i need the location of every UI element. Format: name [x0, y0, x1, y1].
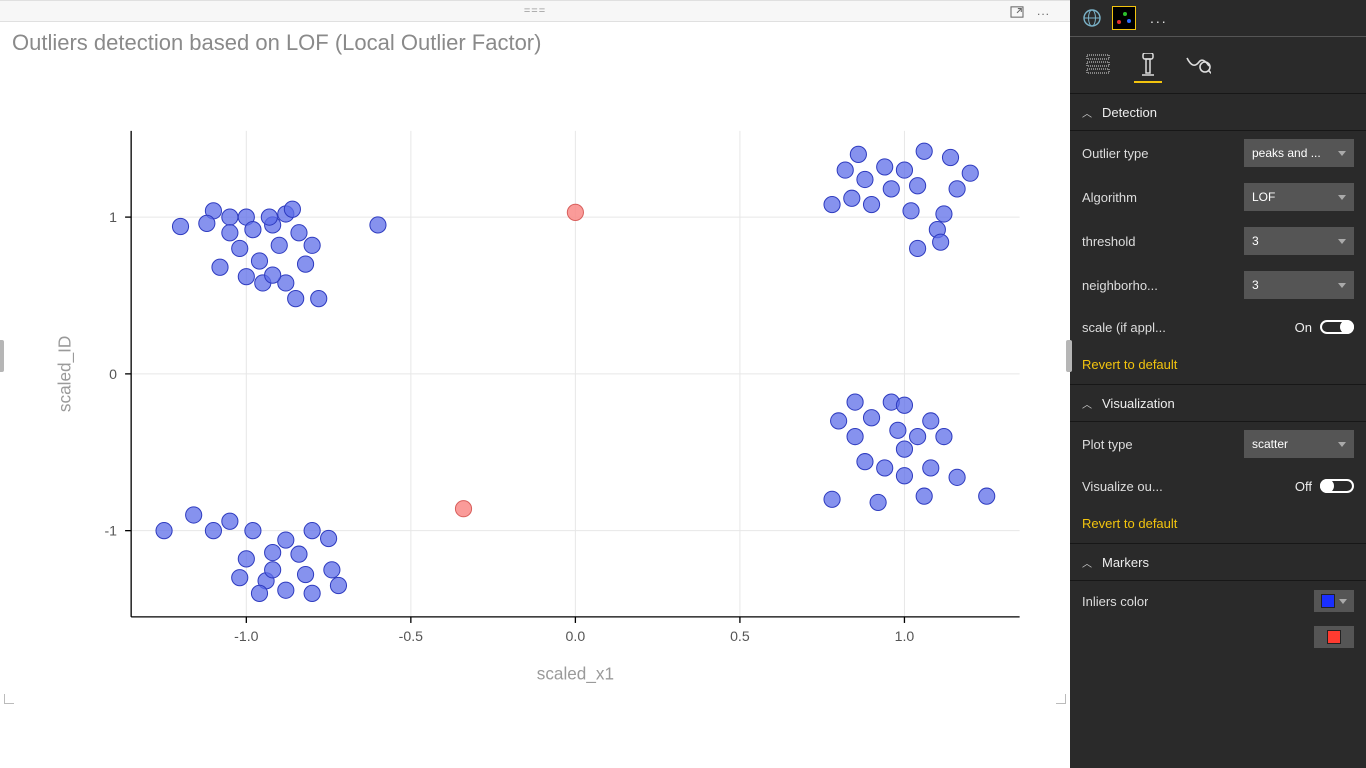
- resize-handle-right[interactable]: [1066, 340, 1072, 372]
- format-tabs: [1070, 37, 1366, 93]
- toggle-visualize-state: Off: [1295, 479, 1312, 494]
- section-header-visualization[interactable]: ︿ Visualization: [1070, 384, 1366, 422]
- revert-detection[interactable]: Revert to default: [1070, 347, 1366, 384]
- svg-text:1: 1: [109, 209, 117, 225]
- svg-text:scaled_ID: scaled_ID: [55, 336, 75, 412]
- visual-header-bar: === ...: [0, 0, 1070, 22]
- scatter-plot: -1.0 -0.5 0.0 0.5 1.0 -1 0 1 scaled_x1 scaled_ID: [10, 60, 1060, 708]
- svg-text:-1.0: -1.0: [234, 628, 258, 644]
- chevron-up-icon: ︿: [1082, 105, 1092, 120]
- select-plot-type[interactable]: scatter: [1244, 430, 1354, 458]
- label-algorithm: Algorithm: [1082, 190, 1137, 205]
- corner-handle-br[interactable]: [1056, 694, 1066, 704]
- section-title-markers: Markers: [1102, 555, 1149, 570]
- outliers-color-swatch: [1327, 630, 1341, 644]
- chevron-down-icon: [1338, 442, 1346, 447]
- analytics-tab-icon[interactable]: [1184, 45, 1212, 85]
- chevron-down-icon: [1339, 599, 1347, 604]
- visual-type-globe-icon[interactable]: [1080, 6, 1104, 30]
- label-plot-type: Plot type: [1082, 437, 1133, 452]
- revert-visualization[interactable]: Revert to default: [1070, 506, 1366, 543]
- visual-gallery-more-icon[interactable]: ...: [1144, 10, 1168, 26]
- color-picker-inliers[interactable]: [1314, 590, 1354, 612]
- chevron-up-icon: ︿: [1082, 396, 1092, 411]
- label-scale: scale (if appl...: [1082, 320, 1166, 335]
- svg-text:0: 0: [109, 366, 117, 382]
- svg-text:0.5: 0.5: [730, 628, 750, 644]
- chevron-down-icon: [1338, 195, 1346, 200]
- label-inliers-color: Inliers color: [1082, 594, 1148, 609]
- select-algorithm-value: LOF: [1252, 190, 1338, 204]
- visual-more-icon[interactable]: ...: [1037, 4, 1050, 18]
- toggle-scale-state: On: [1295, 320, 1312, 335]
- section-header-markers[interactable]: ︿ Markers: [1070, 543, 1366, 581]
- visual-type-scatter-icon[interactable]: [1112, 6, 1136, 30]
- svg-text:-0.5: -0.5: [399, 628, 423, 644]
- select-threshold-value: 3: [1252, 234, 1338, 248]
- select-threshold[interactable]: 3: [1244, 227, 1354, 255]
- chevron-up-icon: ︿: [1082, 555, 1092, 570]
- select-neighborhood-value: 3: [1252, 278, 1338, 292]
- format-tab-icon[interactable]: [1134, 45, 1162, 85]
- corner-handle-bl[interactable]: [4, 694, 14, 704]
- select-algorithm[interactable]: LOF: [1244, 183, 1354, 211]
- label-neighborhood: neighborho...: [1082, 278, 1158, 293]
- section-title-visualization: Visualization: [1102, 396, 1175, 411]
- fields-tab-icon[interactable]: [1084, 45, 1112, 85]
- select-outlier-type[interactable]: peaks and ...: [1244, 139, 1354, 167]
- select-neighborhood[interactable]: 3: [1244, 271, 1354, 299]
- format-panel: ... ︿ Detection Outlier type peaks and .…: [1070, 0, 1366, 768]
- inliers-color-swatch: [1321, 594, 1335, 608]
- focus-mode-icon[interactable]: [1009, 5, 1023, 17]
- svg-text:-1: -1: [104, 523, 117, 539]
- section-title-detection: Detection: [1102, 105, 1157, 120]
- section-header-detection[interactable]: ︿ Detection: [1070, 93, 1366, 131]
- label-outlier-type: Outlier type: [1082, 146, 1148, 161]
- label-visualize-outliers: Visualize ou...: [1082, 479, 1163, 494]
- svg-text:scaled_x1: scaled_x1: [537, 664, 614, 684]
- toggle-visualize-outliers[interactable]: Off: [1295, 479, 1354, 494]
- chevron-down-icon: [1338, 151, 1346, 156]
- resize-handle-left[interactable]: [0, 340, 4, 372]
- svg-text:1.0: 1.0: [895, 628, 915, 644]
- color-picker-outliers[interactable]: [1314, 626, 1354, 648]
- chevron-down-icon: [1338, 283, 1346, 288]
- drag-grip-icon[interactable]: ===: [524, 5, 546, 17]
- toggle-scale[interactable]: On: [1295, 320, 1354, 335]
- label-threshold: threshold: [1082, 234, 1135, 249]
- chevron-down-icon: [1338, 239, 1346, 244]
- select-plot-type-value: scatter: [1252, 437, 1338, 451]
- chart-title: Outliers detection based on LOF (Local O…: [0, 22, 1070, 60]
- svg-text:0.0: 0.0: [566, 628, 586, 644]
- select-outlier-type-value: peaks and ...: [1252, 146, 1338, 160]
